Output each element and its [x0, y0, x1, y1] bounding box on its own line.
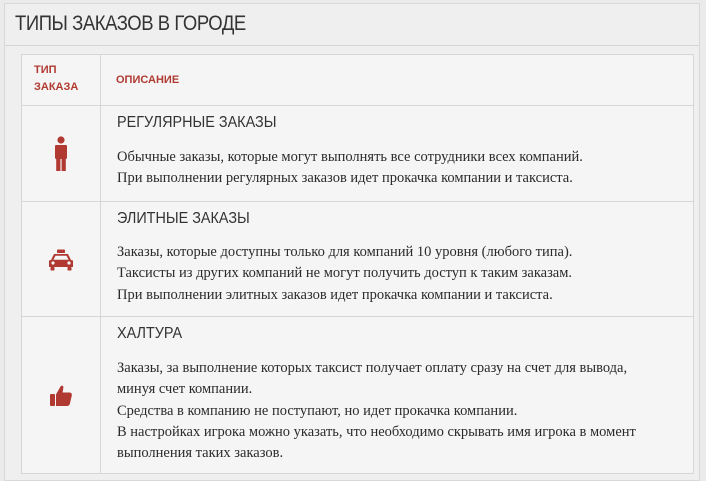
table-header-row: ТИП ЗАКАЗА ОПИСАНИЕ: [22, 55, 693, 106]
description-line: Заказы, за выполнение которых таксист по…: [117, 360, 628, 376]
elite-order-icon-cell: [22, 202, 100, 317]
description-line: При выполнении регулярных заказов идет п…: [117, 170, 573, 187]
row-description: Заказы, которые доступны только для комп…: [117, 242, 687, 306]
row-title: РЕГУЛЯРНЫЕ ЗАКАЗЫ: [117, 114, 277, 131]
row-title: ХАЛТУРА: [117, 325, 183, 342]
taxi-icon: [49, 249, 73, 270]
description-line: При выполнении элитных заказов идет прок…: [117, 286, 553, 303]
person-icon: [55, 136, 67, 171]
order-types-table: ТИП ЗАКАЗА ОПИСАНИЕ РЕГУЛЯРНЫЕ ЗАКАЗЫ Об…: [21, 54, 694, 474]
side-job-icon-cell: [22, 317, 100, 474]
order-types-panel: ТИПЫ ЗАКАЗОВ В ГОРОДЕ ТИП ЗАКАЗА ОПИСАНИ…: [4, 3, 700, 481]
thumbs-up-icon: [50, 385, 72, 406]
table-row-elite: ЭЛИТНЫЕ ЗАКАЗЫ Заказы, которые доступны …: [22, 202, 693, 317]
regular-order-icon-cell: [22, 106, 100, 202]
header-order-type: ТИП ЗАКАЗА: [34, 64, 79, 93]
row-title: ЭЛИТНЫЕ ЗАКАЗЫ: [117, 210, 250, 227]
description-line: Заказы, которые доступны только для комп…: [117, 244, 573, 260]
title-divider: [5, 45, 699, 46]
header-description: ОПИСАНИЕ: [116, 74, 180, 86]
description-line: Таксисты из других компаний не могут пол…: [117, 265, 573, 282]
panel-title: ТИПЫ ЗАКАЗОВ В ГОРОДЕ: [15, 12, 246, 35]
description-line: выполнения таких заказов.: [117, 445, 284, 462]
table-row-regular: РЕГУЛЯРНЫЕ ЗАКАЗЫ Обычные заказы, которы…: [22, 106, 693, 202]
table-row-side-job: ХАЛТУРА Заказы, за выполнение которых та…: [22, 317, 693, 474]
description-line: В настройках игрока можно указать, что н…: [117, 423, 636, 440]
row-description: Обычные заказы, которые могут выполнять …: [117, 147, 687, 190]
description-line: Средства в компанию не поступают, но иде…: [117, 402, 518, 419]
description-line: минуя счет компании.: [117, 381, 253, 398]
description-line: Обычные заказы, которые могут выполнять …: [117, 149, 583, 165]
row-description: Заказы, за выполнение которых таксист по…: [117, 358, 687, 464]
